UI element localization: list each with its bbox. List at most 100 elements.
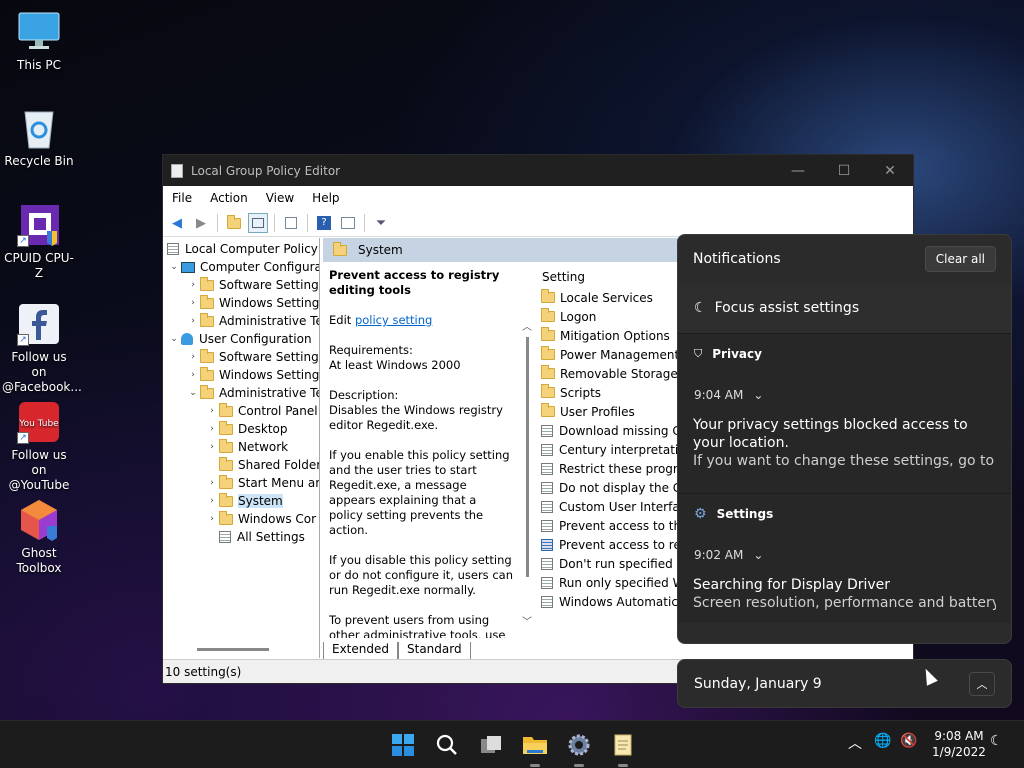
title-bar[interactable]: Local Group Policy Editor — ☐ ✕ [163,155,913,186]
shortcut-arrow-icon: ↗ [17,334,29,346]
tree-node-label: Desktop [238,422,288,436]
tree-node-administrative-templates[interactable]: ⌄ Administrative Te [186,384,319,402]
chevron-right-icon[interactable]: › [186,298,200,308]
help-icon[interactable]: ? [314,213,334,233]
desktop-icon-recycle-bin[interactable]: Recycle Bin [2,106,76,169]
notification-group-settings[interactable]: ⚙ Settings 9:02 AM ⌄ Searching for Displ… [678,493,1011,623]
chevron-down-icon[interactable]: ⌄ [753,388,763,402]
scroll-down-icon[interactable]: ﹀ [519,613,535,628]
notepad-icon[interactable] [608,731,638,767]
menu-help[interactable]: Help [303,191,348,205]
folder-icon [219,402,233,417]
tree-node-software-settings[interactable]: › Software Settings [186,276,319,294]
speaker-muted-icon[interactable]: 🔇 [900,733,917,749]
clock-date: 1/9/2022 [932,745,986,759]
properties-icon[interactable] [338,213,358,233]
policy-setting-icon [541,481,553,494]
chevron-down-icon[interactable]: ⌄ [167,262,181,272]
settings-icon[interactable] [564,731,594,767]
clear-all-button[interactable]: Clear all [924,246,996,272]
policy-icon [167,243,179,255]
tree-node-control-panel[interactable]: › Control Panel [205,402,318,420]
minimize-button[interactable]: — [775,155,821,186]
focus-assist-settings-link[interactable]: ☾ Focus assist settings [678,283,1011,333]
chevron-right-icon[interactable]: › [205,442,219,452]
close-button[interactable]: ✕ [867,155,913,186]
cpu-z-icon: ↗ [17,203,61,247]
search-icon[interactable] [432,731,462,759]
notification-heading: Your privacy settings blocked access to … [693,417,968,451]
task-view-icon[interactable] [476,731,506,759]
description-disable-paragraph: If you disable this policy setting or do… [329,553,513,597]
desktop-icon-this-pc[interactable]: This PC [2,10,76,73]
tree-node-user-configuration[interactable]: ⌄ User Configuration [167,330,311,348]
show-hide-tree-icon[interactable] [248,213,268,233]
tree-node-start-menu[interactable]: › Start Menu ar [205,474,319,492]
policy-setting-link[interactable]: policy setting [355,313,432,327]
file-explorer-icon[interactable] [520,731,550,767]
description-scrollbar[interactable]: ︿ ﹀ [519,318,535,628]
tree-node-local-computer-policy[interactable]: Local Computer Policy [167,240,318,258]
chevron-right-icon[interactable]: › [205,496,219,506]
desktop-icon-ghost-toolbox[interactable]: Ghost Toolbox [2,498,76,576]
tree-node-windows-settings[interactable]: › Windows Setting [186,294,319,312]
folder-icon [541,289,555,303]
tree-node-network[interactable]: › Network [205,438,288,456]
chevron-right-icon[interactable]: › [186,280,200,290]
tree-node-label: Control Panel [238,404,318,418]
menu-file[interactable]: File [163,191,201,205]
folder-icon [200,384,214,399]
scroll-thumb[interactable] [525,337,529,577]
edit-prefix: Edit [329,313,352,327]
tab-extended[interactable]: Extended [323,642,398,660]
chevron-right-icon[interactable]: › [186,370,200,380]
menu-action[interactable]: Action [201,191,257,205]
tree-node-desktop[interactable]: › Desktop [205,420,288,438]
clock[interactable]: 9:08 AM 1/9/2022 [925,728,993,760]
tree-node-shared-folders[interactable]: Shared Folder [205,456,319,474]
tree-hscroll-thumb[interactable] [197,648,269,651]
tree-node-system[interactable]: › System [205,492,283,510]
tree-node-windows-settings[interactable]: › Windows Setting [186,366,319,384]
description-label: Description: [329,388,399,402]
globe-icon[interactable]: 🌐 [874,733,891,749]
chevron-up-icon[interactable]: ︿ [969,671,995,696]
filter-icon[interactable]: ⏷ [371,213,391,233]
moon-icon[interactable]: ☾ [990,733,1003,749]
notification-heading: Searching for Display Driver [693,577,891,593]
chevron-down-icon[interactable]: ⌄ [186,388,200,398]
notification-app-name: Privacy [712,347,762,361]
forward-arrow-icon[interactable]: ▶ [191,213,211,233]
chevron-down-icon[interactable]: ⌄ [167,334,181,344]
chevron-up-icon[interactable]: ︿ [848,733,862,753]
scroll-up-icon[interactable]: ︿ [519,318,535,333]
recycle-bin-icon [17,106,61,150]
menu-view[interactable]: View [257,191,303,205]
desktop-icon-cpu-z[interactable]: ↗ CPUID CPU-Z [2,203,76,281]
export-list-icon[interactable] [281,213,301,233]
back-arrow-icon[interactable]: ◀ [167,213,187,233]
tree-node-software-settings[interactable]: › Software Settings [186,348,319,366]
chevron-right-icon[interactable]: › [205,424,219,434]
chevron-right-icon[interactable]: › [186,352,200,362]
calendar-flyout[interactable]: Sunday, January 9 ︿ [677,659,1012,708]
folder-icon [200,366,214,381]
tree-node-all-settings[interactable]: All Settings [205,528,305,546]
maximize-button[interactable]: ☐ [821,155,867,186]
tree-node-computer-configuration[interactable]: ⌄ Computer Configura [167,258,319,276]
desktop-icon-facebook[interactable]: ↗ Follow us on @Facebook... [2,302,82,395]
start-icon[interactable] [388,731,418,759]
view-tabs: Extended Standard [323,642,471,660]
chevron-down-icon[interactable]: ⌄ [753,548,763,562]
chevron-right-icon[interactable]: › [205,406,219,416]
up-folder-icon[interactable] [224,213,244,233]
chevron-right-icon[interactable]: › [186,316,200,326]
notification-group-privacy[interactable]: ⛉ Privacy 9:04 AM ⌄ Your privacy setting… [678,333,1011,493]
tree-node-administrative-templates[interactable]: › Administrative Te [186,312,319,330]
chevron-right-icon[interactable]: › [205,478,219,488]
tab-standard[interactable]: Standard [398,642,471,660]
tree-node-windows-components[interactable]: › Windows Cor [205,510,316,528]
chevron-right-icon[interactable]: › [205,514,219,524]
notification-center: Notifications Clear all ☾ Focus assist s… [677,234,1012,644]
desktop-icon-youtube[interactable]: You Tube ↗ Follow us on @YouTube ... [2,400,76,508]
